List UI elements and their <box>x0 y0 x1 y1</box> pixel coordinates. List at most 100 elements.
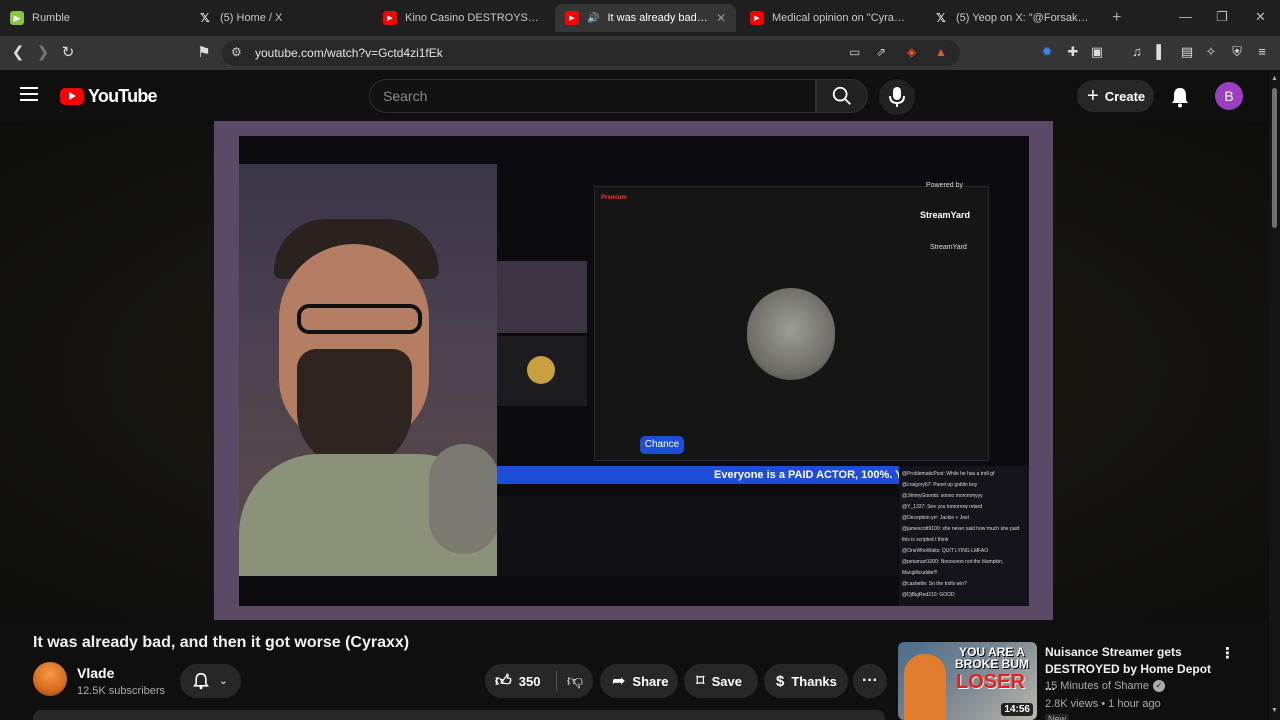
chat-line: @craigory67: Panel up goblin boy <box>902 482 978 488</box>
chat-line: @Deception-yrr: Jackie + Joel <box>902 515 969 521</box>
news-ticker: Everyone is a PAID ACTOR, 100%. You c <box>497 466 907 484</box>
scroll-thumb[interactable] <box>1272 88 1277 228</box>
thumbs-down-icon: 👎︎ <box>566 672 584 690</box>
guest-cam-1 <box>497 261 587 333</box>
share-icon[interactable]: ⇗ <box>876 45 886 59</box>
microphone-shape <box>429 444 497 554</box>
youtube-play-icon <box>60 88 84 105</box>
forward-icon[interactable]: ❯ <box>33 43 53 63</box>
tab-x-home[interactable]: 𝕏 (5) Home / X <box>188 4 373 32</box>
save-button[interactable]: ⌑ Save <box>684 664 758 698</box>
tab-label: It was already bad, and th <box>607 12 707 24</box>
like-dislike-group: 👍︎ 350 👎︎ <box>485 664 593 698</box>
puzzle-icon[interactable]: ✚ <box>1065 44 1081 60</box>
video-frame: Premium Powered by StreamYard StreamYard… <box>239 136 1029 606</box>
url-text: youtube.com/watch?v=Gctd4zi1fEk <box>255 46 443 60</box>
webcam-feed <box>239 164 497 576</box>
bookmark-icon[interactable]: ⚑ <box>194 43 214 63</box>
bell-icon <box>193 672 210 690</box>
super-thanks-icon: $ <box>776 672 785 690</box>
tab-label: (5) Yeop on X: "@ForsakenWan <box>956 12 1094 24</box>
tab-kino-casino[interactable]: ▶ Kino Casino DESTROYS DSP aga <box>373 4 551 32</box>
streamyard-tray <box>497 496 897 576</box>
logo-text: YouTube <box>88 86 158 106</box>
browser-tab-bar: ▶ Rumble 𝕏 (5) Home / X ▶ Kino Casino DE… <box>0 0 1280 36</box>
notifications-bell-icon[interactable] <box>1170 86 1190 108</box>
close-tab-icon[interactable]: ✕ <box>716 11 726 25</box>
maximize-icon[interactable]: ❐ <box>1216 9 1228 25</box>
tab-medical-opinion[interactable]: ▶ Medical opinion on "Cyraxx"'s m <box>740 4 920 32</box>
channel-avatar[interactable] <box>33 662 67 696</box>
cast-icon[interactable]: ▭ <box>849 45 860 59</box>
reload-icon[interactable]: ↻ <box>58 43 78 63</box>
subscription-bell-button[interactable]: ⌄ <box>180 664 241 698</box>
voice-search-button[interactable] <box>879 79 915 115</box>
leo-icon[interactable]: ✧ <box>1203 44 1219 60</box>
more-actions-button[interactable]: ··· <box>853 664 887 698</box>
share-button[interactable]: ➦ Share <box>600 664 678 698</box>
powered-by-label: Powered by <box>926 182 963 189</box>
minimize-icon[interactable]: — <box>1179 9 1192 24</box>
chat-line: @cashette: So the trolls win? <box>902 581 967 587</box>
microphone-icon <box>889 87 905 107</box>
scroll-up-icon[interactable]: ▲ <box>1271 75 1278 82</box>
youtube-icon: ▶ <box>750 11 764 25</box>
scroll-down-icon[interactable]: ▼ <box>1271 707 1278 714</box>
new-tab-button[interactable]: + <box>1106 4 1134 32</box>
dislike-button[interactable]: 👎︎ <box>557 664 593 698</box>
thanks-label: Thanks <box>791 673 837 689</box>
chat-line: @ProblematicPost: While he has a troll g… <box>902 471 995 477</box>
share-label: Share <box>632 673 669 689</box>
tab-x-yeop[interactable]: 𝕏 (5) Yeop on X: "@ForsakenWan <box>924 4 1104 32</box>
search-icon <box>832 86 851 105</box>
video-duration: 14:56 <box>1001 703 1033 716</box>
thumbnail-loser-text: LOSER <box>956 671 1025 693</box>
more-dots-icon: ··· <box>862 672 878 689</box>
search-button[interactable] <box>816 79 868 113</box>
tab-rumble[interactable]: ▶ Rumble <box>0 4 185 32</box>
channel-name[interactable]: Vlade <box>77 665 114 681</box>
close-window-icon[interactable]: ✕ <box>1255 9 1266 25</box>
address-bar[interactable]: ⚙ youtube.com/watch?v=Gctd4zi1fEk ▭ ⇗ ◈ … <box>222 40 960 66</box>
thanks-button[interactable]: $ Thanks <box>764 664 848 698</box>
chat-line: @DjBigRed210: GOOD <box>902 592 955 598</box>
tab-label: Medical opinion on "Cyraxx"'s m <box>772 12 910 24</box>
vpn-icon[interactable]: ⛨ <box>1229 44 1245 60</box>
rumble-icon: ▶ <box>10 11 24 25</box>
site-info-icon[interactable]: ⚙ <box>231 45 242 59</box>
menu-icon[interactable]: ≡ <box>1254 44 1270 60</box>
chat-overlay: @ProblematicPost: While he has a troll g… <box>899 466 1029 606</box>
x-icon: 𝕏 <box>200 11 210 25</box>
browser-toolbar: ❮ ❯ ↻ ⚑ ⚙ youtube.com/watch?v=Gctd4zi1fE… <box>0 36 1280 70</box>
hamburger-icon[interactable] <box>20 87 38 101</box>
back-icon[interactable]: ❮ <box>8 43 28 63</box>
tab-current-video[interactable]: ▶ 🔊 It was already bad, and th ✕ <box>555 4 736 32</box>
search-input[interactable] <box>370 80 815 112</box>
search-box <box>369 79 816 113</box>
youtube-logo[interactable]: YouTube <box>60 86 158 107</box>
chat-line: @OneWhoWaits: QUIT LYING LMFAO <box>902 548 989 554</box>
wallet-icon[interactable]: ▣ <box>1089 44 1105 60</box>
brave-shield-icon[interactable]: ◈ <box>907 45 916 59</box>
recommended-thumbnail[interactable]: YOU ARE A BROKE BUM LOSER 14:56 <box>898 642 1037 720</box>
wallet-alt-icon[interactable]: ▤ <box>1179 44 1195 60</box>
plus-icon: + <box>1087 85 1099 107</box>
recommended-meta: 2.8K views • 1 hour ago <box>1045 698 1161 710</box>
brave-rewards-icon[interactable]: ▲ <box>935 45 947 59</box>
like-button[interactable]: 👍︎ 350 <box>485 664 557 698</box>
description-box[interactable] <box>33 710 885 720</box>
extension-icon[interactable]: ✹ <box>1039 44 1055 60</box>
page-scrollbar[interactable]: ▲ ▼ <box>1269 72 1280 720</box>
recommended-channel[interactable]: 15 Minutes of Shame ✓ <box>1045 680 1165 692</box>
thumbs-up-icon: 👍︎ <box>495 672 512 690</box>
bookmark-save-icon: ⌑ <box>696 673 705 690</box>
music-icon[interactable]: ♫ <box>1129 44 1145 60</box>
chance-badge: Chance <box>640 436 684 454</box>
create-button[interactable]: + Create <box>1077 80 1154 112</box>
sidebar-icon[interactable]: ▌ <box>1153 44 1169 60</box>
tab-label: (5) Home / X <box>220 12 283 24</box>
video-player[interactable]: Premium Powered by StreamYard StreamYard… <box>214 121 1053 620</box>
account-avatar[interactable]: B <box>1215 82 1243 110</box>
recommended-more-icon[interactable]: ⋮ <box>1220 644 1235 662</box>
chat-line: @JimmyGoonta: soooo mommmyyy <box>902 493 983 499</box>
